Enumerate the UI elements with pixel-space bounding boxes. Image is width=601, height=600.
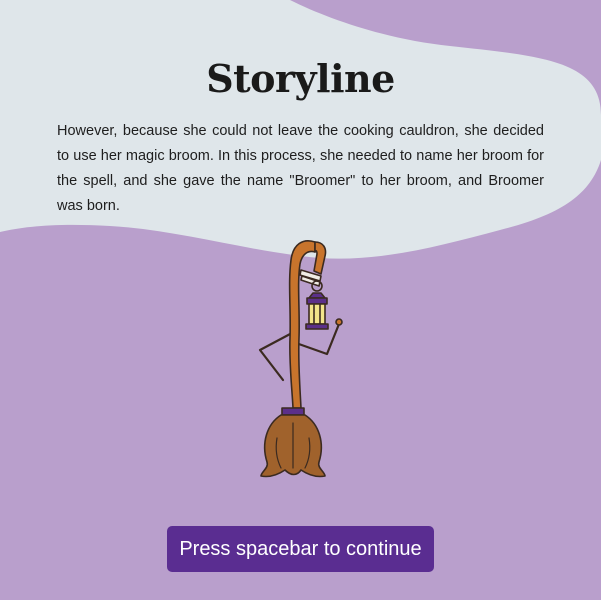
storyline-title: Storyline	[206, 56, 395, 101]
broom-character-icon	[258, 240, 343, 478]
press-spacebar-continue-button[interactable]: Press spacebar to continue	[167, 526, 434, 572]
story-text: However, because she could not leave the…	[57, 123, 544, 214]
